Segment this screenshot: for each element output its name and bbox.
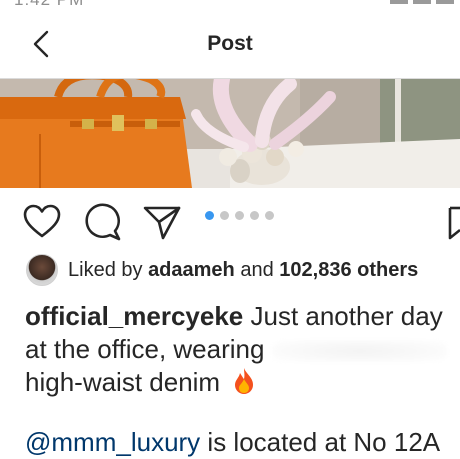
- post-photo[interactable]: [0, 79, 460, 188]
- post-actions: [0, 196, 460, 246]
- page-title: Post: [207, 32, 253, 55]
- battery-icon: [436, 0, 454, 4]
- caption-text: high-waist denim: [25, 367, 221, 397]
- carousel-dot: [250, 211, 259, 220]
- paper-plane-icon: [143, 206, 181, 240]
- caption-text: at the office, wearing: [25, 334, 265, 364]
- liker-username[interactable]: adaameh: [148, 259, 235, 281]
- save-button[interactable]: [440, 202, 460, 242]
- bookmark-icon: [448, 206, 460, 240]
- likes-connector: and: [240, 258, 274, 281]
- comment-icon: [85, 203, 121, 241]
- carousel-dot: [205, 211, 214, 220]
- caption-text: Just another day: [250, 301, 443, 331]
- carousel-dot: [265, 211, 274, 220]
- post-photo-image: [0, 79, 460, 188]
- likes-row[interactable]: Liked by adaameh and 102,836 others: [26, 254, 418, 286]
- carousel-dot: [220, 211, 229, 220]
- fire-icon: [231, 367, 257, 403]
- caption-username[interactable]: official_mercyeke: [25, 301, 243, 331]
- mention-link[interactable]: @mmm_luxury: [25, 427, 200, 457]
- avatar[interactable]: [26, 254, 58, 286]
- signal-icon: [390, 0, 408, 4]
- comment-button[interactable]: [82, 202, 122, 242]
- carousel-dot: [235, 211, 244, 220]
- post-header: Post: [0, 10, 460, 79]
- status-time: 1:42 PM: [14, 0, 84, 10]
- caption-text: is located at No 12A: [207, 427, 441, 457]
- share-button[interactable]: [142, 202, 182, 242]
- status-bar: 1:42 PM: [0, 0, 460, 10]
- like-button[interactable]: [22, 202, 62, 242]
- blurred-text: [271, 340, 447, 363]
- likes-text[interactable]: Liked by adaameh and 102,836 others: [68, 259, 418, 282]
- likes-prefix: Liked by: [68, 258, 143, 281]
- carousel-indicator: [205, 211, 274, 220]
- signal-icon: [413, 0, 431, 4]
- heart-icon: [23, 204, 61, 238]
- post-caption: official_mercyeke Just another day at th…: [25, 300, 455, 403]
- status-icons: [390, 0, 454, 4]
- likes-count[interactable]: 102,836 others: [279, 259, 418, 281]
